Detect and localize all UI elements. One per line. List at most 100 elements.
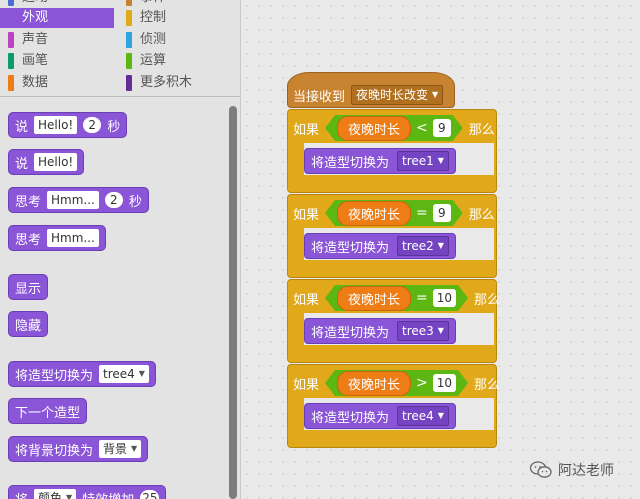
if-label: 如果 <box>293 207 320 223</box>
comparison-block[interactable]: 夜晚时长 = 10 <box>325 285 468 311</box>
switch-costume-block[interactable]: 将造型切换为 tree1 ▼ <box>304 148 456 174</box>
category-swatch <box>126 75 132 91</box>
operator-symbol: < <box>416 120 428 136</box>
dropdown-value: 夜晚时长改变 <box>356 88 429 102</box>
block-label: 显示 <box>15 281 42 297</box>
category-label: 运动 <box>22 0 48 5</box>
dropdown-arrow-icon: ▼ <box>66 493 73 499</box>
category-pen[interactable]: 画笔 <box>0 51 118 71</box>
think-block[interactable]: 思考 Hmm... <box>8 225 106 251</box>
costume-dropdown[interactable]: tree1 ▼ <box>397 151 449 171</box>
block-label: 将 <box>15 489 28 499</box>
then-label: 那么 <box>468 122 495 138</box>
dropdown-arrow-icon: ▼ <box>432 90 439 99</box>
hat-label: 当接收到 <box>293 89 346 105</box>
block-label: 将背景切换为 <box>15 443 94 459</box>
secs-input[interactable]: 2 <box>104 192 123 208</box>
block-palette: 运动 事件 外观 控制 声音 侦测 画笔 运算 <box>0 0 241 499</box>
category-events[interactable]: 事件 <box>118 0 236 8</box>
variable-reporter[interactable]: 夜晚时长 <box>337 116 411 141</box>
palette-scrollbar[interactable] <box>229 106 237 499</box>
category-label: 外观 <box>22 10 49 25</box>
category-sound[interactable]: 声音 <box>0 30 118 50</box>
category-looks[interactable]: 外观 <box>0 8 114 28</box>
category-swatch <box>8 10 14 26</box>
category-swatch <box>126 0 132 6</box>
category-label: 声音 <box>22 32 49 47</box>
block-label: 说 <box>15 156 29 172</box>
hide-block[interactable]: 隐藏 <box>8 311 49 337</box>
switch-costume-block[interactable]: 将造型切换为 tree3 ▼ <box>304 318 456 344</box>
number-input[interactable]: 10 <box>433 374 456 392</box>
category-swatch <box>126 53 132 69</box>
category-label: 事件 <box>140 0 166 5</box>
switch-costume-block[interactable]: 将造型切换为 tree4 ▼ <box>304 403 456 429</box>
think-text-input[interactable]: Hmm... <box>47 191 99 209</box>
switch-costume-block[interactable]: 将造型切换为 tree2 ▼ <box>304 233 456 259</box>
block-label: 隐藏 <box>15 318 42 334</box>
category-sensing[interactable]: 侦测 <box>118 30 236 50</box>
dropdown-value: 背景 <box>103 442 128 456</box>
change-effect-block[interactable]: 将 颜色▼ 特效增加 25 <box>8 485 167 499</box>
effect-dropdown[interactable]: 颜色 ▼ <box>34 489 77 499</box>
variable-reporter[interactable]: 夜晚时长 <box>337 286 411 311</box>
operator-symbol: = <box>416 205 428 221</box>
switch-costume-block[interactable]: 将造型切换为 tree4 ▼ <box>8 361 156 387</box>
think-for-secs-block[interactable]: 思考 Hmm... 2 秒 <box>8 187 149 213</box>
comparison-block[interactable]: 夜晚时长 = 9 <box>325 200 463 226</box>
block-label: 将造型切换为 <box>311 240 390 256</box>
costume-dropdown[interactable]: tree4 ▼ <box>99 365 149 383</box>
secs-input[interactable]: 2 <box>83 117 102 133</box>
block-label: 将造型切换为 <box>15 368 94 384</box>
effect-amount-input[interactable]: 25 <box>140 490 160 499</box>
block-label: 思考 <box>15 194 42 210</box>
say-text-input[interactable]: Hello! <box>34 153 78 171</box>
block-label: 将造型切换为 <box>311 325 390 341</box>
category-swatch <box>126 10 132 26</box>
dropdown-arrow-icon: ▼ <box>138 369 145 378</box>
category-data[interactable]: 数据 <box>0 73 118 93</box>
category-more-blocks[interactable]: 更多积木 <box>118 73 236 93</box>
number-input[interactable]: 10 <box>433 289 456 307</box>
if-row-2: 如果 夜晚时长 = 9 那么 <box>293 200 495 226</box>
broadcast-dropdown[interactable]: 夜晚时长改变 ▼ <box>351 85 444 105</box>
category-label: 侦测 <box>140 32 167 47</box>
category-label: 运算 <box>140 53 167 68</box>
costume-dropdown[interactable]: tree2 ▼ <box>397 236 449 256</box>
category-swatch <box>8 53 14 69</box>
watermark-text: 阿达老师 <box>558 463 614 479</box>
category-label: 数据 <box>22 75 49 90</box>
next-costume-block[interactable]: 下一个造型 <box>8 398 88 424</box>
say-for-secs-block[interactable]: 说 Hello! 2 秒 <box>8 112 128 138</box>
backdrop-dropdown[interactable]: 背景 ▼ <box>99 440 142 458</box>
comparison-block[interactable]: 夜晚时长 > 10 <box>325 370 468 396</box>
category-label: 控制 <box>140 10 167 25</box>
costume-dropdown[interactable]: tree4 ▼ <box>397 406 449 426</box>
then-label: 那么 <box>474 292 501 308</box>
number-input[interactable]: 9 <box>433 204 451 222</box>
category-operators[interactable]: 运算 <box>118 51 236 71</box>
hat-row: 当接收到 夜晚时长改变 ▼ <box>293 84 444 106</box>
block-label: 说 <box>15 119 29 135</box>
category-swatch <box>126 32 132 48</box>
think-text-input[interactable]: Hmm... <box>47 229 99 247</box>
category-control[interactable]: 控制 <box>118 8 236 28</box>
category-motion[interactable]: 运动 <box>0 0 118 8</box>
say-block[interactable]: 说 Hello! <box>8 149 85 175</box>
variable-reporter[interactable]: 夜晚时长 <box>337 371 411 396</box>
comparison-block[interactable]: 夜晚时长 < 9 <box>325 115 463 141</box>
if-label: 如果 <box>293 377 320 393</box>
if-label: 如果 <box>293 292 320 308</box>
number-input[interactable]: 9 <box>433 119 451 137</box>
switch-backdrop-block[interactable]: 将背景切换为 背景 ▼ <box>8 436 149 462</box>
show-block[interactable]: 显示 <box>8 274 49 300</box>
dropdown-arrow-icon: ▼ <box>437 241 444 250</box>
costume-dropdown[interactable]: tree3 ▼ <box>397 321 449 341</box>
variable-reporter[interactable]: 夜晚时长 <box>337 201 411 226</box>
block-label: 秒 <box>128 194 142 210</box>
dropdown-arrow-icon: ▼ <box>131 444 138 453</box>
category-label: 更多积木 <box>140 75 193 90</box>
dropdown-arrow-icon: ▼ <box>437 326 444 335</box>
say-text-input[interactable]: Hello! <box>34 116 78 134</box>
dropdown-value: tree3 <box>402 324 434 338</box>
